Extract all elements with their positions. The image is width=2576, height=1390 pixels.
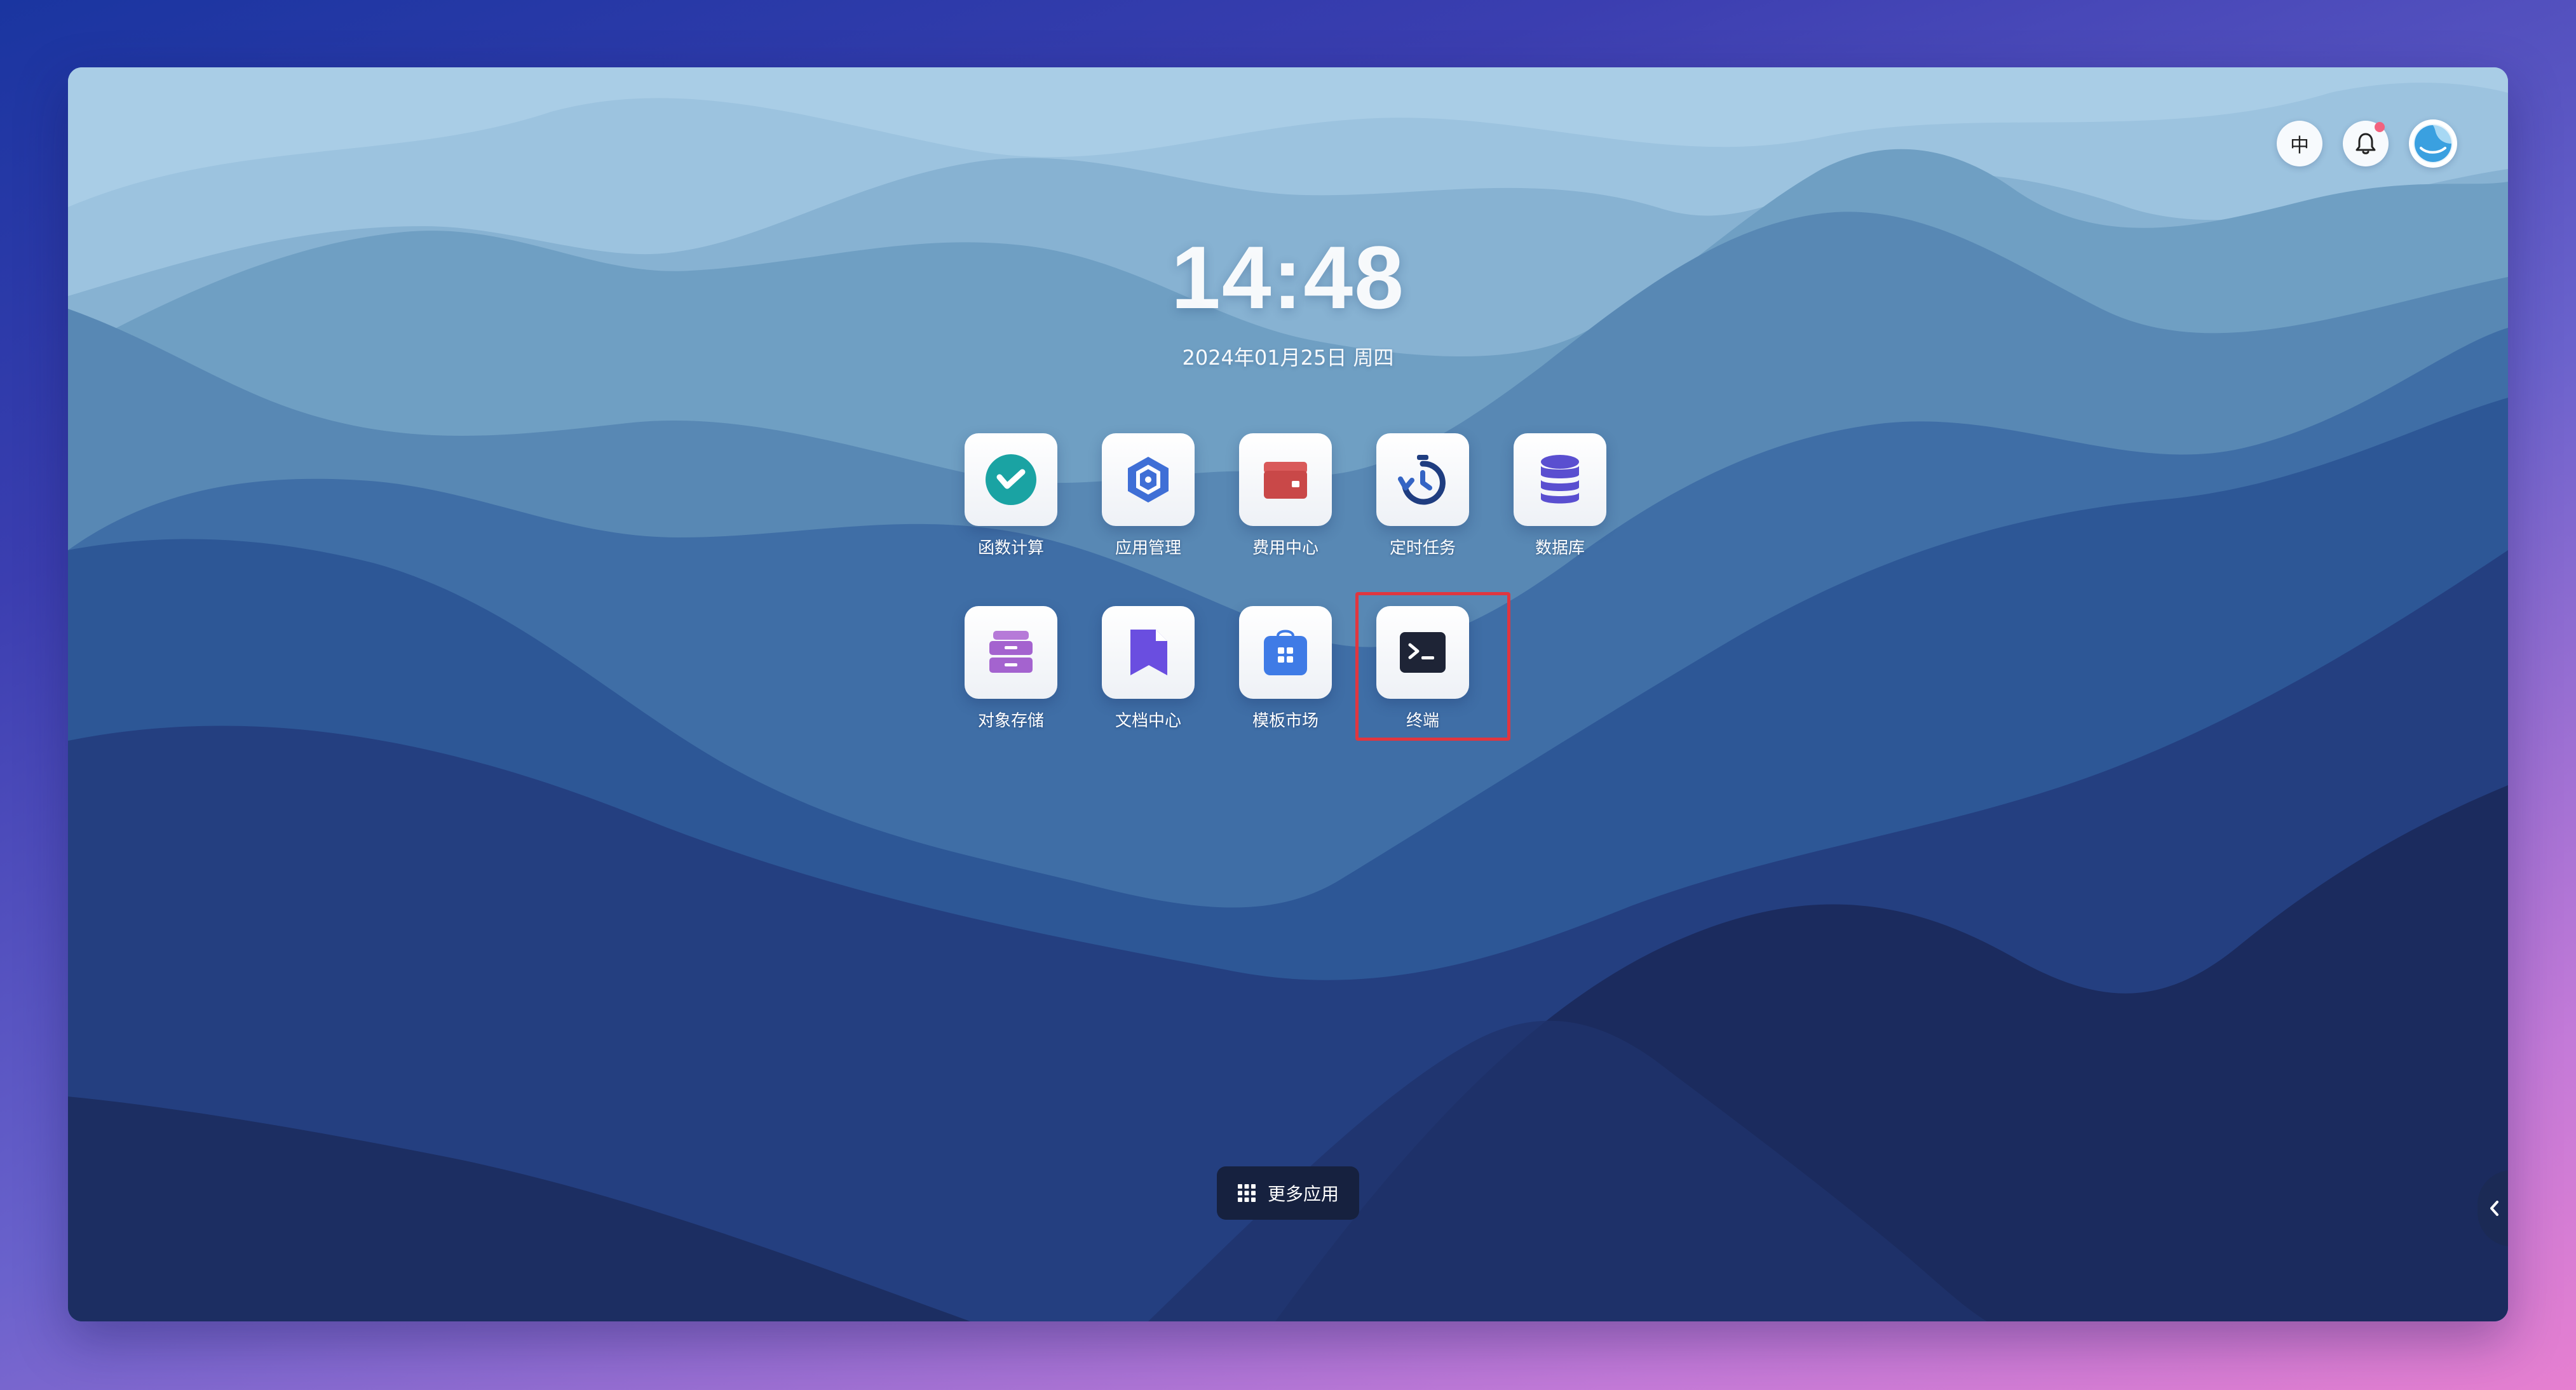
timer-icon <box>1398 455 1446 505</box>
language-toggle-button[interactable]: 中 <box>2277 121 2322 166</box>
app-label: 数据库 <box>1535 539 1585 558</box>
app-label: 文档中心 <box>1115 712 1181 731</box>
app-label: 费用中心 <box>1252 539 1319 558</box>
wallet-icon <box>1264 462 1307 499</box>
app-billing-center[interactable]: 费用中心 <box>1222 433 1349 558</box>
avatar[interactable] <box>2409 119 2457 168</box>
app-tile[interactable] <box>1514 433 1606 526</box>
storage-icon <box>989 631 1033 673</box>
app-tile[interactable] <box>1102 433 1195 526</box>
database-icon <box>1541 455 1579 504</box>
app-label: 模板市场 <box>1252 712 1319 731</box>
app-manage-icon <box>1128 457 1169 503</box>
app-app-management[interactable]: 应用管理 <box>1085 433 1212 558</box>
clock-time: 14:48 <box>1170 227 1406 327</box>
more-apps-label: 更多应用 <box>1267 1184 1339 1204</box>
app-label: 定时任务 <box>1389 539 1456 558</box>
app-tile[interactable] <box>1102 606 1195 699</box>
language-label: 中 <box>2290 135 2309 157</box>
app-database[interactable]: 数据库 <box>1496 433 1624 558</box>
more-apps-button[interactable]: 更多应用 <box>1217 1166 1359 1220</box>
app-label: 对象存储 <box>977 712 1044 731</box>
template-market-icon <box>1264 630 1307 675</box>
app-tile[interactable] <box>1239 606 1332 699</box>
document-icon <box>1130 630 1167 675</box>
app-label: 应用管理 <box>1115 539 1181 558</box>
notification-dot <box>2375 122 2385 132</box>
app-documentation[interactable]: 文档中心 <box>1085 606 1212 731</box>
terminal-highlight-box <box>1355 592 1510 741</box>
app-tile[interactable] <box>965 433 1057 526</box>
grid-icon <box>1237 1184 1256 1202</box>
avatar-logo <box>2413 124 2453 163</box>
top-right-toolbar: 中 <box>2277 119 2457 168</box>
bell-icon <box>2356 133 2376 154</box>
app-tile[interactable] <box>1239 433 1332 526</box>
clock-date: 2024年01月25日 周四 <box>1182 346 1394 370</box>
chevron-left-icon <box>2490 1201 2498 1216</box>
app-function-compute[interactable]: 函数计算 <box>947 433 1074 558</box>
app-label: 函数计算 <box>977 539 1044 558</box>
desktop-window: 14:48 2024年01月25日 周四 函数计算 应用管理 费用中心 定时任务… <box>68 67 2508 1321</box>
app-object-storage[interactable]: 对象存储 <box>947 606 1074 731</box>
notification-button[interactable] <box>2343 121 2389 166</box>
app-tile[interactable] <box>965 606 1057 699</box>
app-scheduled-tasks[interactable]: 定时任务 <box>1359 433 1486 558</box>
app-template-market[interactable]: 模板市场 <box>1222 606 1349 731</box>
function-icon <box>986 454 1036 505</box>
app-tile[interactable] <box>1376 433 1469 526</box>
